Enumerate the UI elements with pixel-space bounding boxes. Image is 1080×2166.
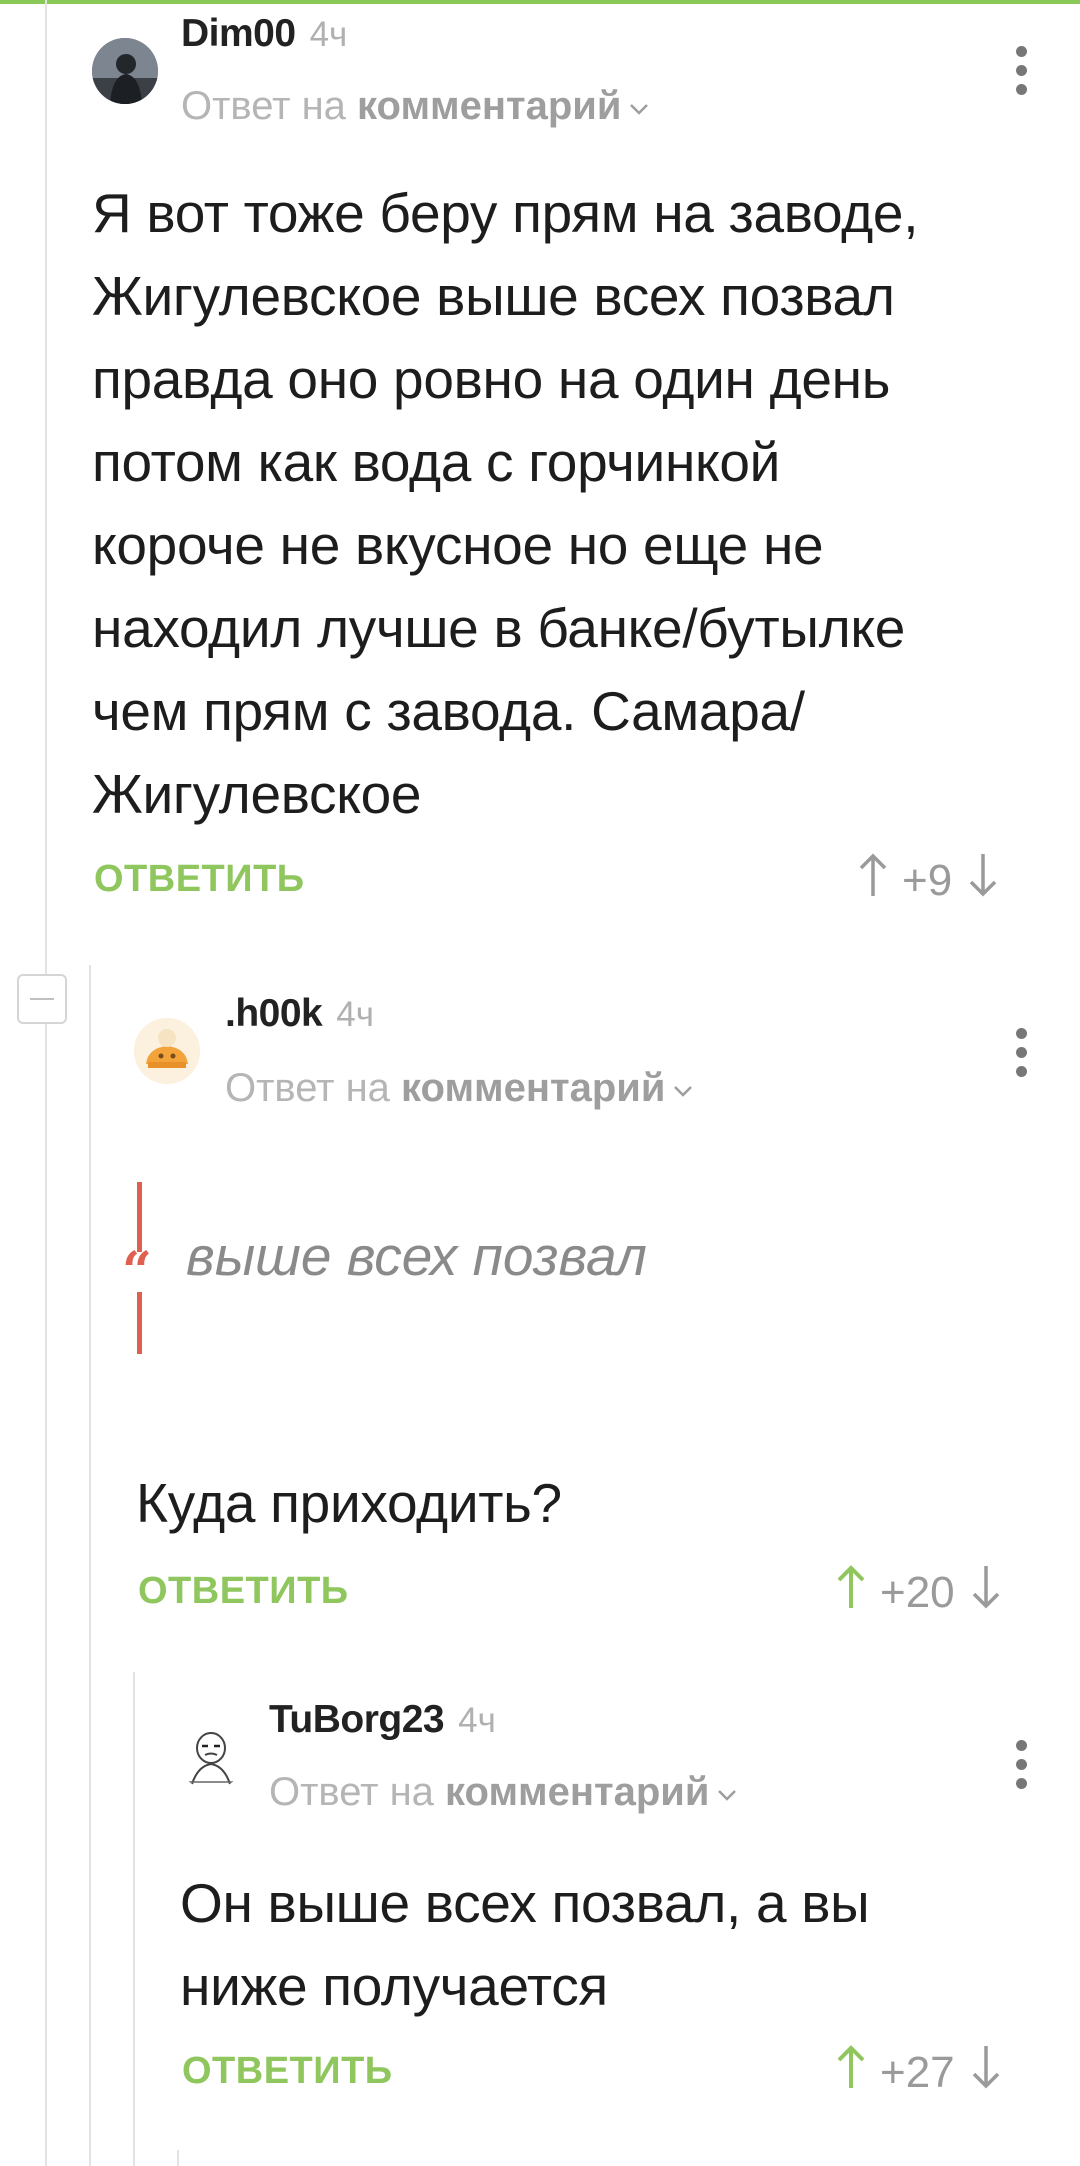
reply-to-link[interactable]: комментарий [357,84,621,128]
author-name[interactable]: .h00k [225,992,323,1035]
rating-block: +20 [836,1564,1001,1621]
author-name[interactable]: TuBorg23 [269,1698,445,1741]
comment-time: 4ч [309,15,348,54]
more-options-icon[interactable] [1014,1028,1028,1085]
rating-score: +20 [880,1567,955,1617]
downvote-icon[interactable] [968,852,998,909]
rating-score: +27 [880,2047,955,2097]
rating-block: +27 [836,2044,1001,2101]
reply-to-link[interactable]: комментарий [445,1770,709,1814]
avatar-image [92,38,158,104]
comment-text: Он выше всех позвал, а вы ниже получаетс… [180,1872,870,2017]
chevron-down-icon[interactable] [673,1062,693,1107]
comment-text: Я вот тоже беру прям на заводе, Жигулевс… [92,182,919,825]
comment-time: 4ч [458,1701,496,1740]
author-line: .h00k 4ч [225,992,374,1036]
upvote-icon[interactable] [858,852,888,909]
comment-dim00: Dim00 4ч Ответ на комментарий Я вот тоже … [0,0,1080,940]
avatar[interactable] [134,1018,200,1084]
author-name[interactable]: Dim00 [181,12,296,55]
chevron-down-icon[interactable] [629,80,649,125]
comment-time: 4ч [336,995,374,1034]
reply-to-prefix: Ответ на [269,1770,434,1814]
comment-tuborg23: TuBorg23 4ч Ответ на комментарий Он выше … [0,1680,1080,2166]
upvote-icon[interactable] [836,2044,866,2101]
rating-score: +9 [902,855,953,905]
avatar[interactable] [178,1724,244,1790]
author-line: Dim00 4ч [181,12,347,56]
author-line: TuBorg23 4ч [269,1698,496,1742]
avatar-image [134,1018,200,1084]
comment-text: Куда приходить? [136,1472,562,1534]
quoted-text: выше всех позвал [186,1225,647,1287]
reply-to-line[interactable]: Ответ на комментарий [225,1062,693,1111]
more-options-icon[interactable] [1014,1740,1028,1797]
comment-h00k: .h00k 4ч Ответ на комментарий “ выше всех… [0,960,1080,1640]
reply-button[interactable]: ОТВЕТИТЬ [138,1570,349,1613]
reply-button[interactable]: ОТВЕТИТЬ [94,858,305,901]
avatar-image [178,1724,244,1790]
reply-to-link[interactable]: комментарий [401,1066,665,1110]
quote-mark-icon: “ [122,1241,152,1302]
reply-to-prefix: Ответ на [181,84,346,128]
reply-to-line[interactable]: Ответ на комментарий [269,1766,737,1815]
more-options-icon[interactable] [1014,46,1028,103]
reply-button[interactable]: ОТВЕТИТЬ [182,2050,393,2093]
upvote-icon[interactable] [836,1564,866,1621]
downvote-icon[interactable] [971,1564,1001,1621]
reply-to-prefix: Ответ на [225,1066,390,1110]
reply-to-line[interactable]: Ответ на комментарий [181,80,649,129]
avatar[interactable] [92,38,158,104]
downvote-icon[interactable] [971,2044,1001,2101]
chevron-down-icon[interactable] [717,1766,737,1811]
rating-block: +9 [858,852,998,909]
